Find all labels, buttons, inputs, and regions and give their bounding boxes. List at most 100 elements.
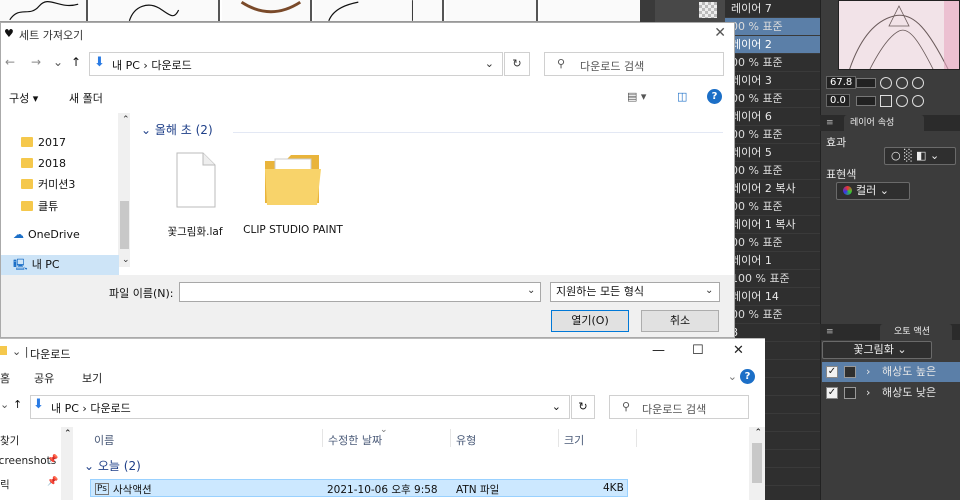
folder-tile[interactable]: CLIP STUDIO PAINT (243, 151, 343, 236)
checkbox[interactable]: ✓ (826, 387, 838, 399)
up-icon[interactable]: ↑ (71, 55, 81, 69)
close-icon[interactable]: ✕ (733, 343, 744, 358)
tab-layer-property[interactable]: 레이어 속성 (844, 115, 924, 131)
open-button[interactable]: 열기(O) (551, 310, 629, 332)
up-icon[interactable]: ↑ (13, 398, 22, 411)
side-item[interactable]: 찾기 (0, 433, 19, 448)
chevron-down-icon[interactable]: ⌄ (53, 55, 63, 69)
color-expression-select[interactable]: 컬러 ⌄ (836, 182, 910, 200)
help-icon[interactable]: ? (707, 89, 722, 104)
checkbox[interactable] (844, 387, 856, 399)
checkbox[interactable] (844, 366, 856, 378)
chevron-down-icon[interactable]: ⌄ (552, 400, 561, 413)
filename-input[interactable] (179, 282, 541, 302)
checkbox[interactable]: ✓ (826, 366, 838, 378)
rotate-right-icon[interactable] (896, 95, 908, 107)
tree-item[interactable]: 커미션3 (1, 175, 119, 195)
transparency-icon[interactable] (699, 2, 717, 18)
column-name[interactable]: 이름 (94, 432, 114, 448)
search-input[interactable]: ⚲ 다운로드 검색 (544, 52, 724, 76)
refresh-button[interactable]: ↻ (504, 52, 530, 76)
layer-row[interactable]: 00 % 표준 (725, 126, 820, 144)
chevron-down-icon[interactable]: ⌄ (527, 285, 535, 296)
tree-item[interactable]: 2018 (1, 154, 119, 174)
layer-row[interactable]: 레이어 2 복사 (725, 180, 820, 198)
layer-row[interactable]: 레이어 14 (725, 288, 820, 306)
layer-row[interactable]: 레이어 3 (725, 72, 820, 90)
tree-item[interactable]: 클튜 (1, 197, 119, 217)
tree-item[interactable]: 🖳 내 PC (1, 255, 119, 275)
file-tile[interactable]: 꽃그림화.laf (145, 151, 245, 239)
cancel-button[interactable]: 취소 (641, 310, 719, 332)
chevron-right-icon[interactable]: › (866, 362, 870, 382)
scrollbar-thumb[interactable] (752, 443, 762, 483)
chevron-right-icon[interactable]: › (866, 383, 870, 403)
tree-item[interactable]: ☁ OneDrive (1, 225, 119, 245)
side-item[interactable]: 릭 (0, 477, 10, 492)
rotate-value[interactable]: 0.0 (826, 94, 850, 107)
forward-icon[interactable]: → (31, 55, 41, 69)
scroll-up-icon[interactable]: ⌃ (122, 115, 130, 125)
refresh-button[interactable]: ↻ (571, 395, 595, 419)
help-icon[interactable]: ? (740, 369, 755, 384)
layer-row[interactable]: 00 % 표준 (725, 54, 820, 72)
view-icon[interactable]: ▤ ▾ (627, 90, 646, 103)
effect-buttons[interactable]: ○ ░ ◧ ⌄ (884, 147, 956, 165)
group-header[interactable]: ⌄ 올해 초 (2) (141, 121, 213, 138)
layer-row[interactable]: 00 % 표준 (725, 198, 820, 216)
layer-row[interactable]: 레이어 7 (725, 0, 820, 18)
pin-icon[interactable]: 📌 (47, 477, 58, 487)
chevron-down-icon[interactable]: ⌄ (0, 398, 9, 411)
address-bar[interactable]: ⬇ 내 PC › 다운로드 ⌄ (30, 395, 570, 419)
chevron-down-icon[interactable]: ⌄ (705, 285, 713, 296)
layer-row[interactable]: 레이어 1 (725, 252, 820, 270)
rotate-slider[interactable] (856, 96, 876, 106)
layer-row[interactable]: 레이어 5 (725, 144, 820, 162)
rotate-left-icon[interactable] (880, 95, 892, 107)
table-row[interactable]: Ps 사삭액션 2021-10-06 오후 9:58 ATN 파일 4KB (90, 479, 628, 497)
layer-row[interactable]: 00 % 표준 (725, 18, 820, 36)
close-icon[interactable]: ✕ (714, 25, 726, 41)
organize-button[interactable]: 구성 ▾ (9, 90, 38, 106)
tab-view[interactable]: 보기 (82, 370, 102, 386)
zoom-value[interactable]: 67.8 (826, 76, 857, 89)
back-icon[interactable]: ← (5, 55, 15, 69)
action-set-select[interactable]: 꽃그림화 ⌄ (822, 341, 932, 359)
scroll-up-icon[interactable]: ⌃ (64, 429, 72, 439)
layer-row[interactable]: 00 % 표준 (725, 306, 820, 324)
fit-icon[interactable] (912, 77, 924, 89)
tree-item[interactable]: 2017 (1, 133, 119, 153)
column-date[interactable]: 수정한 날짜 (328, 432, 382, 448)
filetype-select[interactable]: 지원하는 모든 형식 (550, 282, 720, 302)
navigator-preview[interactable] (838, 0, 960, 70)
layer-row[interactable]: 레이어 6 (725, 108, 820, 126)
minimize-icon[interactable]: — (652, 343, 665, 358)
chevron-down-icon[interactable]: ⌄ (728, 370, 737, 383)
zoom-out-icon[interactable] (880, 77, 892, 89)
layer-row[interactable]: 레이어 1 복사 (725, 216, 820, 234)
new-folder-button[interactable]: 새 폴더 (69, 90, 103, 106)
scrollbar-thumb[interactable] (120, 201, 129, 249)
scroll-down-icon[interactable]: ⌄ (122, 255, 130, 265)
scroll-up-icon[interactable]: ⌃ (754, 428, 762, 438)
address-bar[interactable]: ⬇ 내 PC › 다운로드 ⌄ (89, 52, 503, 76)
chevron-down-icon[interactable]: ⌄ (485, 57, 494, 70)
maximize-icon[interactable]: ☐ (692, 343, 704, 358)
layer-row[interactable]: 100 % 표준 (725, 270, 820, 288)
zoom-in-icon[interactable] (896, 77, 908, 89)
quick-access-chevron-icon[interactable]: ⌄ | (12, 345, 28, 358)
layer-row[interactable]: 00 % 표준 (725, 90, 820, 108)
tab-home[interactable]: 홈 (0, 370, 10, 386)
action-item[interactable]: ✓ › 해상도 높은 (822, 362, 960, 382)
reset-rotate-icon[interactable] (912, 95, 924, 107)
menu-icon[interactable]: ≡ (826, 115, 834, 131)
tab-auto-action[interactable]: 오토 액션 (880, 324, 952, 340)
layer-row[interactable]: 00 % 표준 (725, 234, 820, 252)
tab-share[interactable]: 공유 (34, 370, 54, 386)
preview-pane-icon[interactable]: ◫ (677, 90, 687, 103)
pin-icon[interactable]: 📌 (47, 455, 58, 465)
column-type[interactable]: 유형 (456, 432, 476, 448)
column-size[interactable]: 크기 (564, 432, 584, 448)
layer-row[interactable]: 00 % 표준 (725, 162, 820, 180)
layer-row[interactable]: 레이어 2 (725, 36, 820, 54)
